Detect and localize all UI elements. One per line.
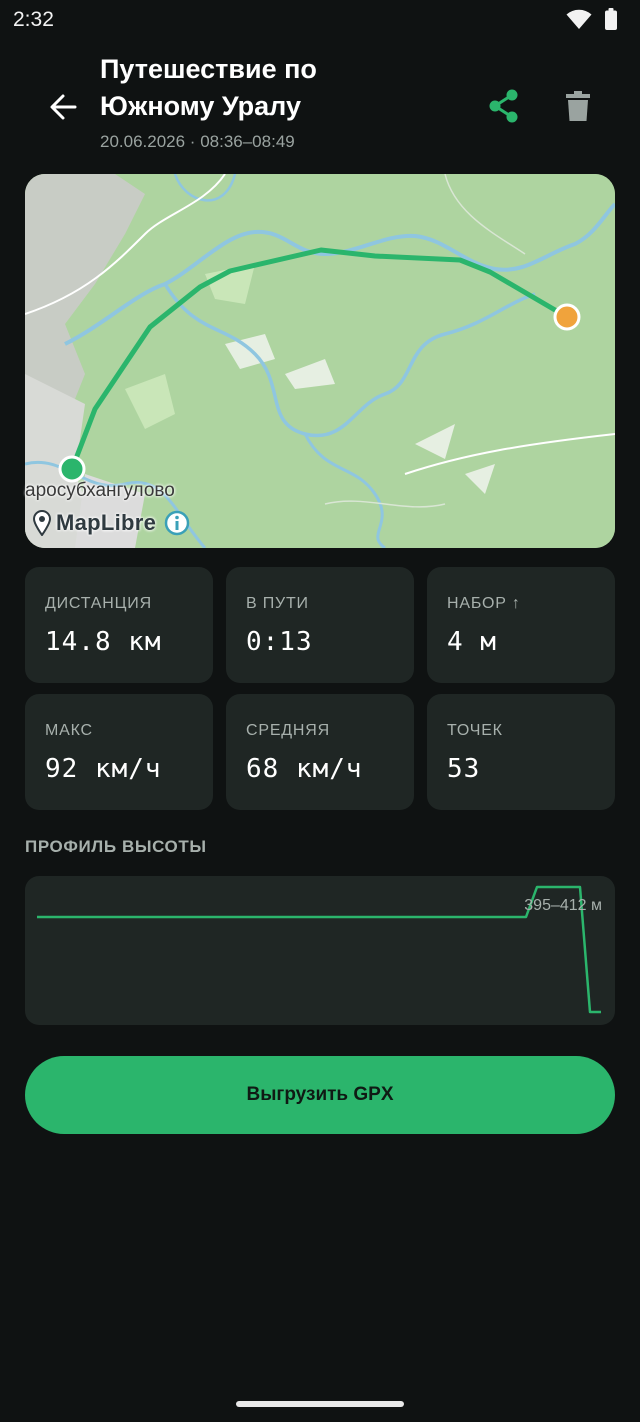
battery-icon [605, 8, 617, 30]
trip-date-time: 20.06.2026 · 08:36–08:49 [100, 132, 295, 151]
route-start-marker [58, 455, 86, 483]
maplibre-logo-icon [32, 510, 52, 536]
elevation-profile: 395–412 м [25, 876, 615, 1025]
export-gpx-button[interactable]: Выгрузить GPX [25, 1056, 615, 1134]
back-button[interactable] [42, 86, 84, 128]
status-time: 2:32 [13, 8, 54, 31]
elevation-section-title: ПРОФИЛЬ ВЫСОТЫ [25, 837, 207, 856]
stat-value: 0:13 [246, 627, 313, 657]
stat-value: 4 м [447, 627, 497, 657]
status-bar: 2:32 [0, 0, 640, 40]
share-icon [489, 89, 518, 123]
stat-elevation-gain: НАБОР ↑ 4 м [427, 567, 615, 683]
stat-avg-speed: СРЕДНЯЯ 68 км/ч [226, 694, 414, 810]
stat-value: 92 км/ч [45, 754, 162, 784]
info-icon[interactable] [164, 510, 190, 536]
stat-label: В ПУТИ [246, 595, 309, 612]
trash-icon [566, 91, 590, 121]
map-attribution: MapLibre [32, 510, 190, 536]
screen: 2:32 Путешествие по Южному Уралу 20.06.2… [0, 0, 640, 1422]
page-title: Путешествие по Южному Уралу [100, 54, 317, 121]
elevation-line [37, 885, 601, 1014]
stat-label: ТОЧЕК [447, 722, 503, 739]
stat-distance: ДИСТАНЦИЯ 14.8 км [25, 567, 213, 683]
stat-value: 14.8 км [45, 627, 162, 657]
stat-points: ТОЧЕК 53 [427, 694, 615, 810]
map-place-label: аросубхангулово [25, 480, 175, 501]
wifi-icon [566, 9, 592, 29]
stat-value: 68 км/ч [246, 754, 363, 784]
stat-value: 53 [447, 754, 481, 784]
elevation-range: 395–412 м [524, 897, 602, 914]
stat-label: МАКС [45, 722, 93, 739]
stat-label: СРЕДНЯЯ [246, 722, 330, 739]
status-icons [566, 8, 618, 30]
share-button[interactable] [484, 86, 524, 126]
home-indicator[interactable] [236, 1401, 404, 1407]
stat-duration: В ПУТИ 0:13 [226, 567, 414, 683]
stat-label: ДИСТАНЦИЯ [45, 595, 152, 612]
stat-label: НАБОР ↑ [447, 595, 521, 612]
delete-button[interactable] [558, 86, 598, 126]
arrow-left-icon [50, 94, 77, 120]
maplibre-attribution-text: MapLibre [56, 510, 157, 535]
route-end-marker [553, 303, 581, 331]
stat-max-speed: МАКС 92 км/ч [25, 694, 213, 810]
